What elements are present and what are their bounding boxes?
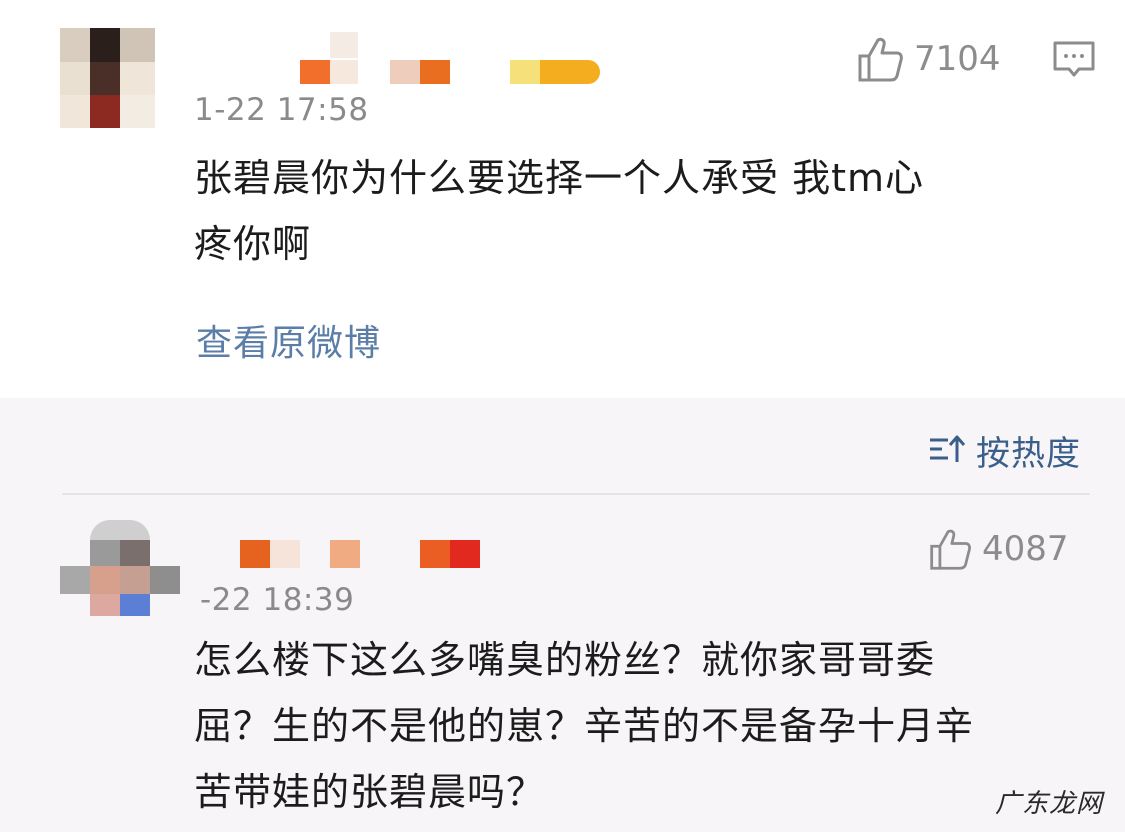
avatar[interactable] <box>60 520 180 616</box>
sort-label: 按热度 <box>976 434 1081 474</box>
comment-time: -22 18:39 <box>200 582 355 618</box>
sort-icon <box>928 432 966 470</box>
like-count: 7104 <box>914 39 1001 79</box>
comment-line: 苦带娃的张碧晨吗？ <box>194 770 546 814</box>
sort-by-hot-button[interactable]: 按热度 <box>928 426 1081 475</box>
like-button[interactable]: 7104 <box>856 34 1001 84</box>
comment-text: 张碧晨你为什么要选择一个人承受 我tm心 疼你啊 <box>194 145 924 277</box>
thumbs-up-icon <box>928 526 972 572</box>
comment-line: 怎么楼下这么多嘴臭的粉丝？就你家哥哥委 <box>194 638 936 682</box>
comment-card-1: 1-22 17:58 7104 张碧晨你为什么要选择一个人承受 我tm心 疼你啊… <box>0 0 1125 398</box>
watermark: 广东龙网 <box>994 789 1103 819</box>
comment-text: 怎么楼下这么多嘴臭的粉丝？就你家哥哥委 屈？生的不是他的崽？辛苦的不是备孕十月辛… <box>194 627 974 825</box>
divider <box>62 493 1090 495</box>
thumbs-up-icon <box>856 34 904 84</box>
comment-line: 屈？生的不是他的崽？辛苦的不是备孕十月辛 <box>194 704 975 748</box>
avatar[interactable] <box>60 28 155 128</box>
username-redacted[interactable] <box>200 536 500 576</box>
username-redacted[interactable] <box>180 30 610 90</box>
like-button[interactable]: 4087 <box>928 526 1069 572</box>
view-original-link[interactable]: 查看原微博 <box>196 314 381 366</box>
comment-icon[interactable] <box>1052 40 1096 84</box>
comment-line: 张碧晨你为什么要选择一个人承受 我tm心 <box>194 156 924 200</box>
comment-time: 1-22 17:58 <box>194 92 369 128</box>
like-count: 4087 <box>982 529 1069 569</box>
comment-line: 疼你啊 <box>194 222 312 266</box>
